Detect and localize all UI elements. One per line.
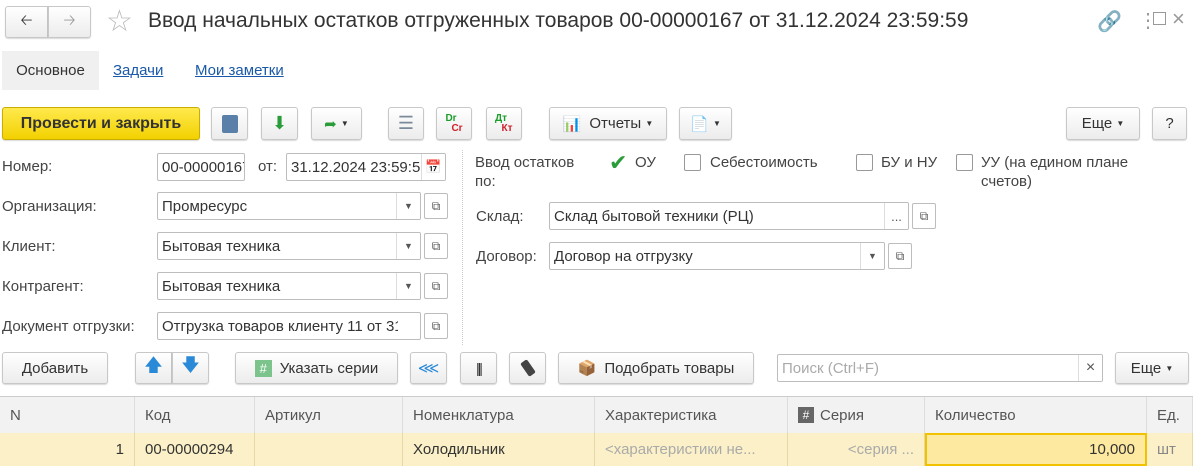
warehouse-label: Склад: bbox=[476, 208, 524, 225]
cell-code[interactable]: 00-00000294 bbox=[135, 433, 255, 466]
col-quantity[interactable]: Количество bbox=[925, 397, 1147, 433]
back-button[interactable]: 🡠 bbox=[5, 6, 48, 38]
date-field[interactable]: 31.12.2024 23:59:59 📅 bbox=[286, 153, 446, 181]
page-title: Ввод начальных остатков отгруженных това… bbox=[148, 9, 969, 32]
checkbox-cost-label: Себестоимость bbox=[710, 154, 818, 171]
report-icon: 📊 bbox=[562, 115, 582, 133]
post-button[interactable]: ⬇ bbox=[261, 107, 298, 140]
shipdoc-label: Документ отгрузки: bbox=[2, 318, 135, 335]
open-shipdoc-button[interactable]: ⧉ bbox=[424, 313, 448, 339]
cell-series[interactable]: <серия ... bbox=[788, 433, 925, 466]
save-button[interactable] bbox=[211, 107, 248, 140]
checkbox-uu-label: УУ (на едином плане счетов) bbox=[981, 154, 1129, 190]
checkbox-ou-label: ОУ bbox=[635, 154, 656, 171]
open-org-button[interactable]: ⧉ bbox=[424, 193, 448, 219]
maximize-icon[interactable] bbox=[1153, 12, 1166, 25]
box-icon: 📦 bbox=[577, 360, 597, 377]
col-article[interactable]: Артикул bbox=[255, 397, 403, 433]
number-label: Номер: bbox=[2, 158, 53, 175]
print-icon: 📄 bbox=[690, 115, 709, 133]
contractor-label: Контрагент: bbox=[2, 278, 84, 295]
col-item[interactable]: Номенклатура bbox=[403, 397, 595, 433]
dt-kt-button[interactable]: Дт Кт bbox=[486, 107, 522, 140]
cell-item[interactable]: Холодильник bbox=[403, 433, 595, 466]
search-input[interactable]: Поиск (Ctrl+F) × bbox=[777, 354, 1103, 382]
hash-icon: # bbox=[254, 359, 272, 377]
split-button[interactable]: ⋘ bbox=[410, 352, 447, 384]
tab-tasks[interactable]: Задачи bbox=[113, 62, 163, 79]
post-and-close-button[interactable]: Провести и закрыть bbox=[2, 107, 200, 140]
chevron-down-icon[interactable]: ▼ bbox=[396, 193, 420, 219]
checkbox-uu[interactable] bbox=[956, 154, 973, 171]
col-series[interactable]: # Серия bbox=[788, 397, 925, 433]
checkbox-ou[interactable]: ✔ bbox=[609, 150, 627, 176]
divider bbox=[462, 150, 463, 345]
cell-characteristic[interactable]: <характеристики не... bbox=[595, 433, 788, 466]
star-icon[interactable]: ☆ bbox=[106, 4, 133, 39]
scanner-button[interactable] bbox=[509, 352, 546, 384]
open-client-button[interactable]: ⧉ bbox=[424, 233, 448, 259]
client-field[interactable]: Бытовая техника ▼ bbox=[157, 232, 421, 260]
warehouse-field[interactable]: Склад бытовой техники (РЦ)... bbox=[549, 202, 909, 230]
list-icon: ☰ bbox=[397, 113, 415, 133]
print-button[interactable]: 📄 ▼ bbox=[679, 107, 732, 140]
contract-field[interactable]: Договор на отгрузку ▼ bbox=[549, 242, 885, 270]
tab-notes[interactable]: Мои заметки bbox=[195, 62, 284, 79]
create-based-icon: ➦ bbox=[324, 115, 337, 133]
add-button[interactable]: Добавить bbox=[2, 352, 108, 384]
chevron-down-icon[interactable]: ▼ bbox=[860, 243, 884, 269]
forward-button[interactable]: 🡢 bbox=[48, 6, 91, 38]
checkbox-bu-nu-label: БУ и НУ bbox=[881, 154, 938, 171]
table-more-button[interactable]: Еще ▼ bbox=[1115, 352, 1189, 384]
date-label: от: bbox=[258, 158, 278, 175]
calendar-icon[interactable]: 📅 bbox=[421, 154, 445, 180]
org-label: Организация: bbox=[2, 198, 97, 215]
cell-n[interactable]: 1 bbox=[0, 433, 135, 466]
col-unit[interactable]: Ед. bbox=[1147, 397, 1193, 433]
post-icon: ⬇ bbox=[271, 113, 288, 133]
cell-unit[interactable]: шт bbox=[1147, 433, 1193, 466]
structure-button[interactable]: ☰ bbox=[388, 107, 424, 140]
scanner-icon bbox=[519, 359, 536, 377]
chevron-down-icon[interactable]: ▼ bbox=[396, 273, 420, 299]
checkbox-cost[interactable] bbox=[684, 154, 701, 171]
col-n[interactable]: N bbox=[0, 397, 135, 433]
floppy-icon bbox=[221, 114, 238, 133]
col-code[interactable]: Код bbox=[135, 397, 255, 433]
specify-series-button[interactable]: # Указать серии bbox=[235, 352, 398, 384]
cell-quantity[interactable]: 10,000 bbox=[925, 433, 1147, 466]
chevron-down-icon[interactable]: ▼ bbox=[396, 233, 420, 259]
hash-icon: # bbox=[798, 407, 814, 423]
move-down-button[interactable]: 🡇 bbox=[172, 352, 209, 384]
select-button[interactable]: ... bbox=[884, 203, 908, 229]
link-icon[interactable]: 🔗 bbox=[1097, 9, 1122, 34]
close-icon[interactable]: × bbox=[1172, 6, 1185, 32]
pick-goods-button[interactable]: 📦 Подобрать товары bbox=[558, 352, 754, 384]
contractor-field[interactable]: Бытовая техника ▼ bbox=[157, 272, 421, 300]
dr-cr-button[interactable]: Dr Cr bbox=[436, 107, 472, 140]
barcode-button[interactable]: ||| bbox=[460, 352, 497, 384]
open-warehouse-button[interactable]: ⧉ bbox=[912, 203, 936, 229]
open-contractor-button[interactable]: ⧉ bbox=[424, 273, 448, 299]
org-field[interactable]: Промресурс ▼ bbox=[157, 192, 421, 220]
col-characteristic[interactable]: Характеристика bbox=[595, 397, 788, 433]
help-button[interactable]: ? bbox=[1152, 107, 1187, 140]
clear-icon[interactable]: × bbox=[1078, 355, 1102, 381]
barcode-icon: ||| bbox=[476, 360, 483, 376]
more-button[interactable]: Еще ▼ bbox=[1066, 107, 1140, 140]
tab-main[interactable]: Основное bbox=[2, 51, 99, 90]
contract-label: Договор: bbox=[476, 248, 537, 265]
open-contract-button[interactable]: ⧉ bbox=[888, 243, 912, 269]
input-by-label: Ввод остатков по: bbox=[475, 154, 575, 190]
move-up-button[interactable]: 🡅 bbox=[135, 352, 172, 384]
number-field[interactable]: 00-00000167 bbox=[157, 153, 245, 181]
cell-article[interactable] bbox=[255, 433, 403, 466]
reports-button[interactable]: 📊 Отчеты ▼ bbox=[549, 107, 667, 140]
create-based-button[interactable]: ➦ ▼ bbox=[311, 107, 362, 140]
client-label: Клиент: bbox=[2, 238, 56, 255]
checkbox-bu-nu[interactable] bbox=[856, 154, 873, 171]
shipdoc-field[interactable]: Отгрузка товаров клиенту 11 от 31.12.202… bbox=[157, 312, 421, 340]
